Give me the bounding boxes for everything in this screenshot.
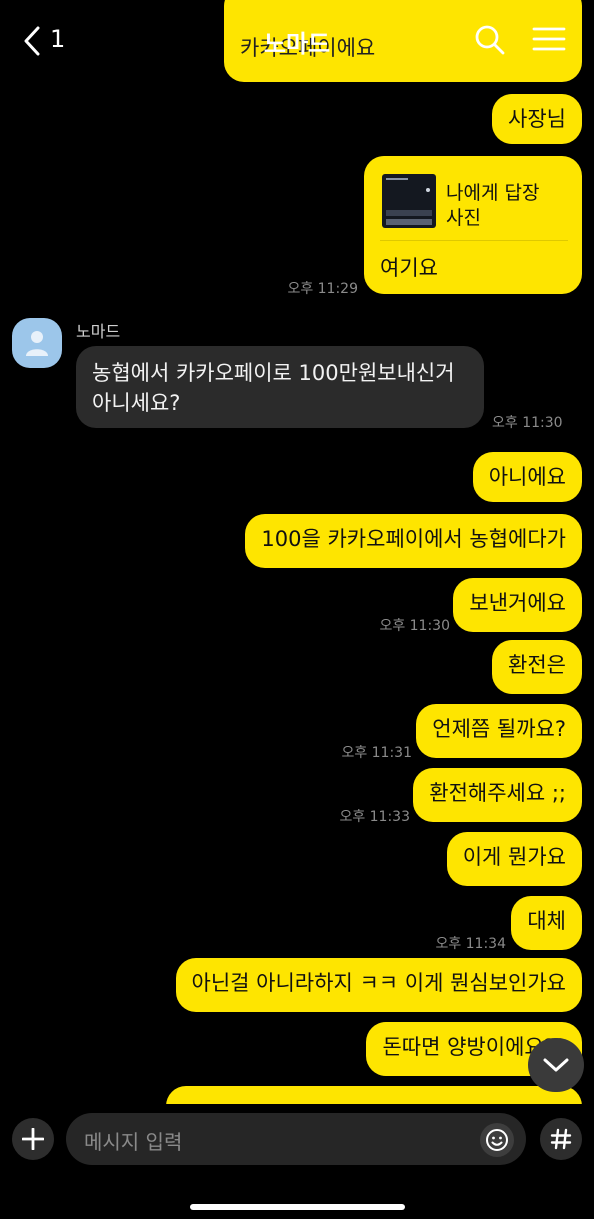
message-text: 환전은 (508, 653, 566, 677)
home-indicator (190, 1204, 405, 1210)
message-bubble[interactable]: 보낸거에요 (453, 578, 582, 632)
input-bar: 메시지 입력 (0, 1104, 594, 1219)
thumbnail-bar (386, 210, 432, 216)
person-icon (25, 329, 49, 357)
thumbnail-line (386, 178, 408, 180)
message-time: 오후 11:29 (287, 281, 358, 297)
message-time: 오후 11:30 (379, 618, 450, 634)
reply-body: 여기요 (380, 256, 438, 280)
message-text: 보낸거에요 (469, 591, 566, 615)
message-bubble[interactable]: 대체 (511, 896, 582, 950)
input-placeholder: 메시지 입력 (84, 1130, 183, 1154)
message-input[interactable]: 메시지 입력 (66, 1113, 526, 1165)
reply-thumbnail[interactable] (382, 174, 436, 228)
message-bubble[interactable]: 환전은 (492, 640, 582, 694)
attach-button[interactable] (12, 1118, 54, 1160)
emoji-icon (485, 1128, 509, 1152)
search-icon[interactable] (474, 24, 506, 56)
sender-name: 노마드 (76, 322, 121, 341)
message-bubble[interactable]: 언제쯤 될까요? (416, 704, 582, 758)
reply-subtitle: 사진 (446, 207, 481, 229)
message-text: 대체 (527, 909, 566, 933)
message-text: 언제쯤 될까요? (432, 717, 566, 741)
message-text: 사장님 (508, 107, 566, 131)
reply-title: 나에게 답장 (446, 182, 540, 204)
message-bubble[interactable]: 사장님 (492, 94, 582, 144)
message-bubble[interactable]: 100을 카카오페이에서 농협에다가 (245, 514, 582, 568)
message-bubble-incoming[interactable]: 농협에서 카카오페이로 100만원보내신거아니세요? (76, 346, 484, 428)
plus-icon (22, 1128, 44, 1150)
message-text: 아닌걸 아니라하지 ㅋㅋ 이게 뭔심보인가요 (191, 971, 566, 995)
message-time: 오후 11:33 (339, 809, 410, 825)
message-bubble[interactable]: 아닌걸 아니라하지 ㅋㅋ 이게 뭔심보인가요 (175, 958, 582, 1012)
message-text: 이게 뭔가요 (462, 845, 566, 869)
chevron-down-icon (542, 1056, 570, 1074)
message-text: 100을 카카오페이에서 농협에다가 (261, 527, 566, 551)
reply-divider (380, 240, 568, 241)
message-text: 아니에요 (488, 465, 566, 489)
message-bubble[interactable]: 이게 뭔가요 (446, 832, 582, 886)
message-text: 농협에서 카카오페이로 100만원보내신거아니세요? (92, 361, 455, 415)
emoji-button[interactable] (480, 1123, 514, 1157)
menu-icon[interactable] (532, 26, 566, 52)
reply-card-bubble[interactable]: 나에게 답장 사진 여기요 (364, 156, 582, 294)
message-time: 오후 11:30 (492, 415, 563, 431)
message-bubble-partial[interactable] (166, 1086, 582, 1106)
message-bubble[interactable]: 아니에요 (472, 452, 582, 502)
chat-header: 1 노마드 (0, 0, 594, 82)
message-time: 오후 11:31 (341, 745, 412, 761)
thumbnail-dot (426, 188, 430, 192)
message-bubble[interactable]: 환전해주세요 ;; (413, 768, 582, 822)
message-time: 오후 11:34 (435, 936, 506, 952)
hashtag-button[interactable] (540, 1118, 582, 1160)
avatar[interactable] (12, 318, 62, 368)
thumbnail-bar (386, 219, 432, 225)
message-text: 환전해주세요 ;; (429, 781, 566, 805)
hash-icon (550, 1128, 572, 1150)
scroll-down-button[interactable] (528, 1038, 584, 1092)
